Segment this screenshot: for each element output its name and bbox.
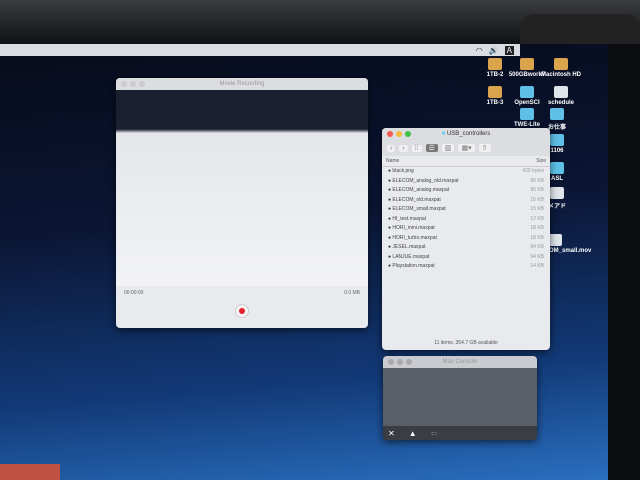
desktop-icon-label: Macintosh HD [540,72,581,78]
file-row[interactable]: JESEL.maxpat 94 KB [382,243,550,253]
file-name: ELECOM_small.maxpat [388,206,445,214]
column-name[interactable]: Name [386,158,399,164]
folder-icon [550,134,564,146]
file-row[interactable]: HI_test.maxpat 12 KB [382,215,550,225]
file-name: ELECOM_old.maxpat [388,197,440,205]
folder-icon [520,108,534,120]
file-size: 18 KB [530,225,544,231]
wifi-icon[interactable]: ◠ [476,46,483,55]
file-size: 18 KB [530,234,544,241]
file-size: 12 KB [530,215,544,222]
file-row[interactable]: ELECOM_old.maxpat 15 KB [382,196,550,206]
document-icon [554,86,568,98]
menu-bar: ◠ 🔊 A [0,44,520,56]
desktop-icon-label: schedule [547,100,574,106]
recording-time: 00:00:00 [124,290,144,296]
window-title: Max Console [442,359,478,365]
file-row[interactable]: black.png 426 bytes [382,167,550,177]
file-size: 94 KB [530,253,544,260]
share-button[interactable]: ⇧ [478,144,491,152]
back-button[interactable]: ‹ [387,144,396,152]
drive-icon [554,58,568,70]
file-row[interactable]: ELECOM_small.maxpat 15 KB [382,205,550,215]
file-name: ELECOM_analog.maxpat [388,187,449,195]
forward-button[interactable]: › [399,144,408,152]
window-title: Movie Recording [219,81,265,87]
file-size: 94 KB [530,244,544,250]
file-size: 95 KB [530,177,544,184]
folder-icon [520,86,534,98]
dock [0,464,60,480]
drive-icon [488,58,502,70]
file-name: black.png [388,168,413,176]
column-size[interactable]: Size [536,158,546,164]
monitor-bezel-right [608,44,640,480]
file-name: HI_test.maxpat [388,216,426,224]
file-name: Playstation.maxpat [388,263,434,271]
file-size: 14 KB [530,263,544,269]
file-size: 15 KB [530,196,544,203]
desktop: ◠ 🔊 A 1TB-2 500GBwork7 Macintosh HD 1TB-3 Op… [0,44,608,480]
file-row[interactable]: Playstation.maxpat 14 KB [382,262,550,272]
video-preview [116,90,368,286]
file-row[interactable]: ELECOM_analog_old.maxpat 95 KB [382,177,550,187]
movie-recording-window: Movie Recording 00:00:00 0.0 MB [116,78,368,328]
document-icon [550,187,564,199]
status-bar: 11 items, 354.7 GB available [434,340,498,346]
file-name: JESEL.maxpat [388,244,425,252]
file-row[interactable]: LANJUE.maxpat 94 KB [382,253,550,263]
desktop-icon[interactable]: Macintosh HD [539,58,583,78]
record-icon [239,308,245,314]
file-name: ELECOM_analog_old.maxpat [388,178,458,186]
file-row[interactable]: ELECOM_analog.maxpat 95 KB [382,186,550,196]
file-row[interactable]: HORI_mini.maxpat 18 KB [382,224,550,234]
movie-icon [548,234,562,246]
record-button[interactable] [235,304,249,318]
column-view-button[interactable]: ▥ [441,144,455,152]
volume-icon[interactable]: 🔊 [489,46,499,55]
file-size: 95 KB [530,187,544,193]
list-view-button[interactable]: ☰ [425,144,438,152]
folder-icon [550,108,564,120]
drive-icon [488,86,502,98]
folder-icon [550,162,564,174]
desktop-icon[interactable]: schedule [539,86,583,106]
file-size: 426 bytes [522,168,544,174]
clear-icon[interactable]: ✕ [388,429,395,438]
link-icon[interactable]: ⇦ [431,429,438,438]
window-title: USB_controllers [446,131,491,137]
recording-size: 0.0 MB [344,290,360,296]
file-name: HORI_turbo.maxpat [388,235,436,243]
file-name: HORI_mini.maxpat [388,225,434,233]
max-console-window: Max Console ✕ ▲ ⇦ [383,356,537,440]
warning-icon[interactable]: ▲ [409,429,417,438]
finder-window: ■ USB_controllers ‹› ⁞⁞☰▥ ▦▾⇧ NameSize b… [382,128,550,350]
icon-view-button[interactable]: ⁞⁞ [411,144,422,152]
arrange-button[interactable]: ▦▾ [458,144,475,152]
file-row[interactable]: HORI_turbo.maxpat 18 KB [382,234,550,244]
drive-icon [520,58,534,70]
input-source[interactable]: A [504,45,514,55]
file-name: LANJUE.maxpat [388,254,429,262]
file-size: 15 KB [530,206,544,212]
